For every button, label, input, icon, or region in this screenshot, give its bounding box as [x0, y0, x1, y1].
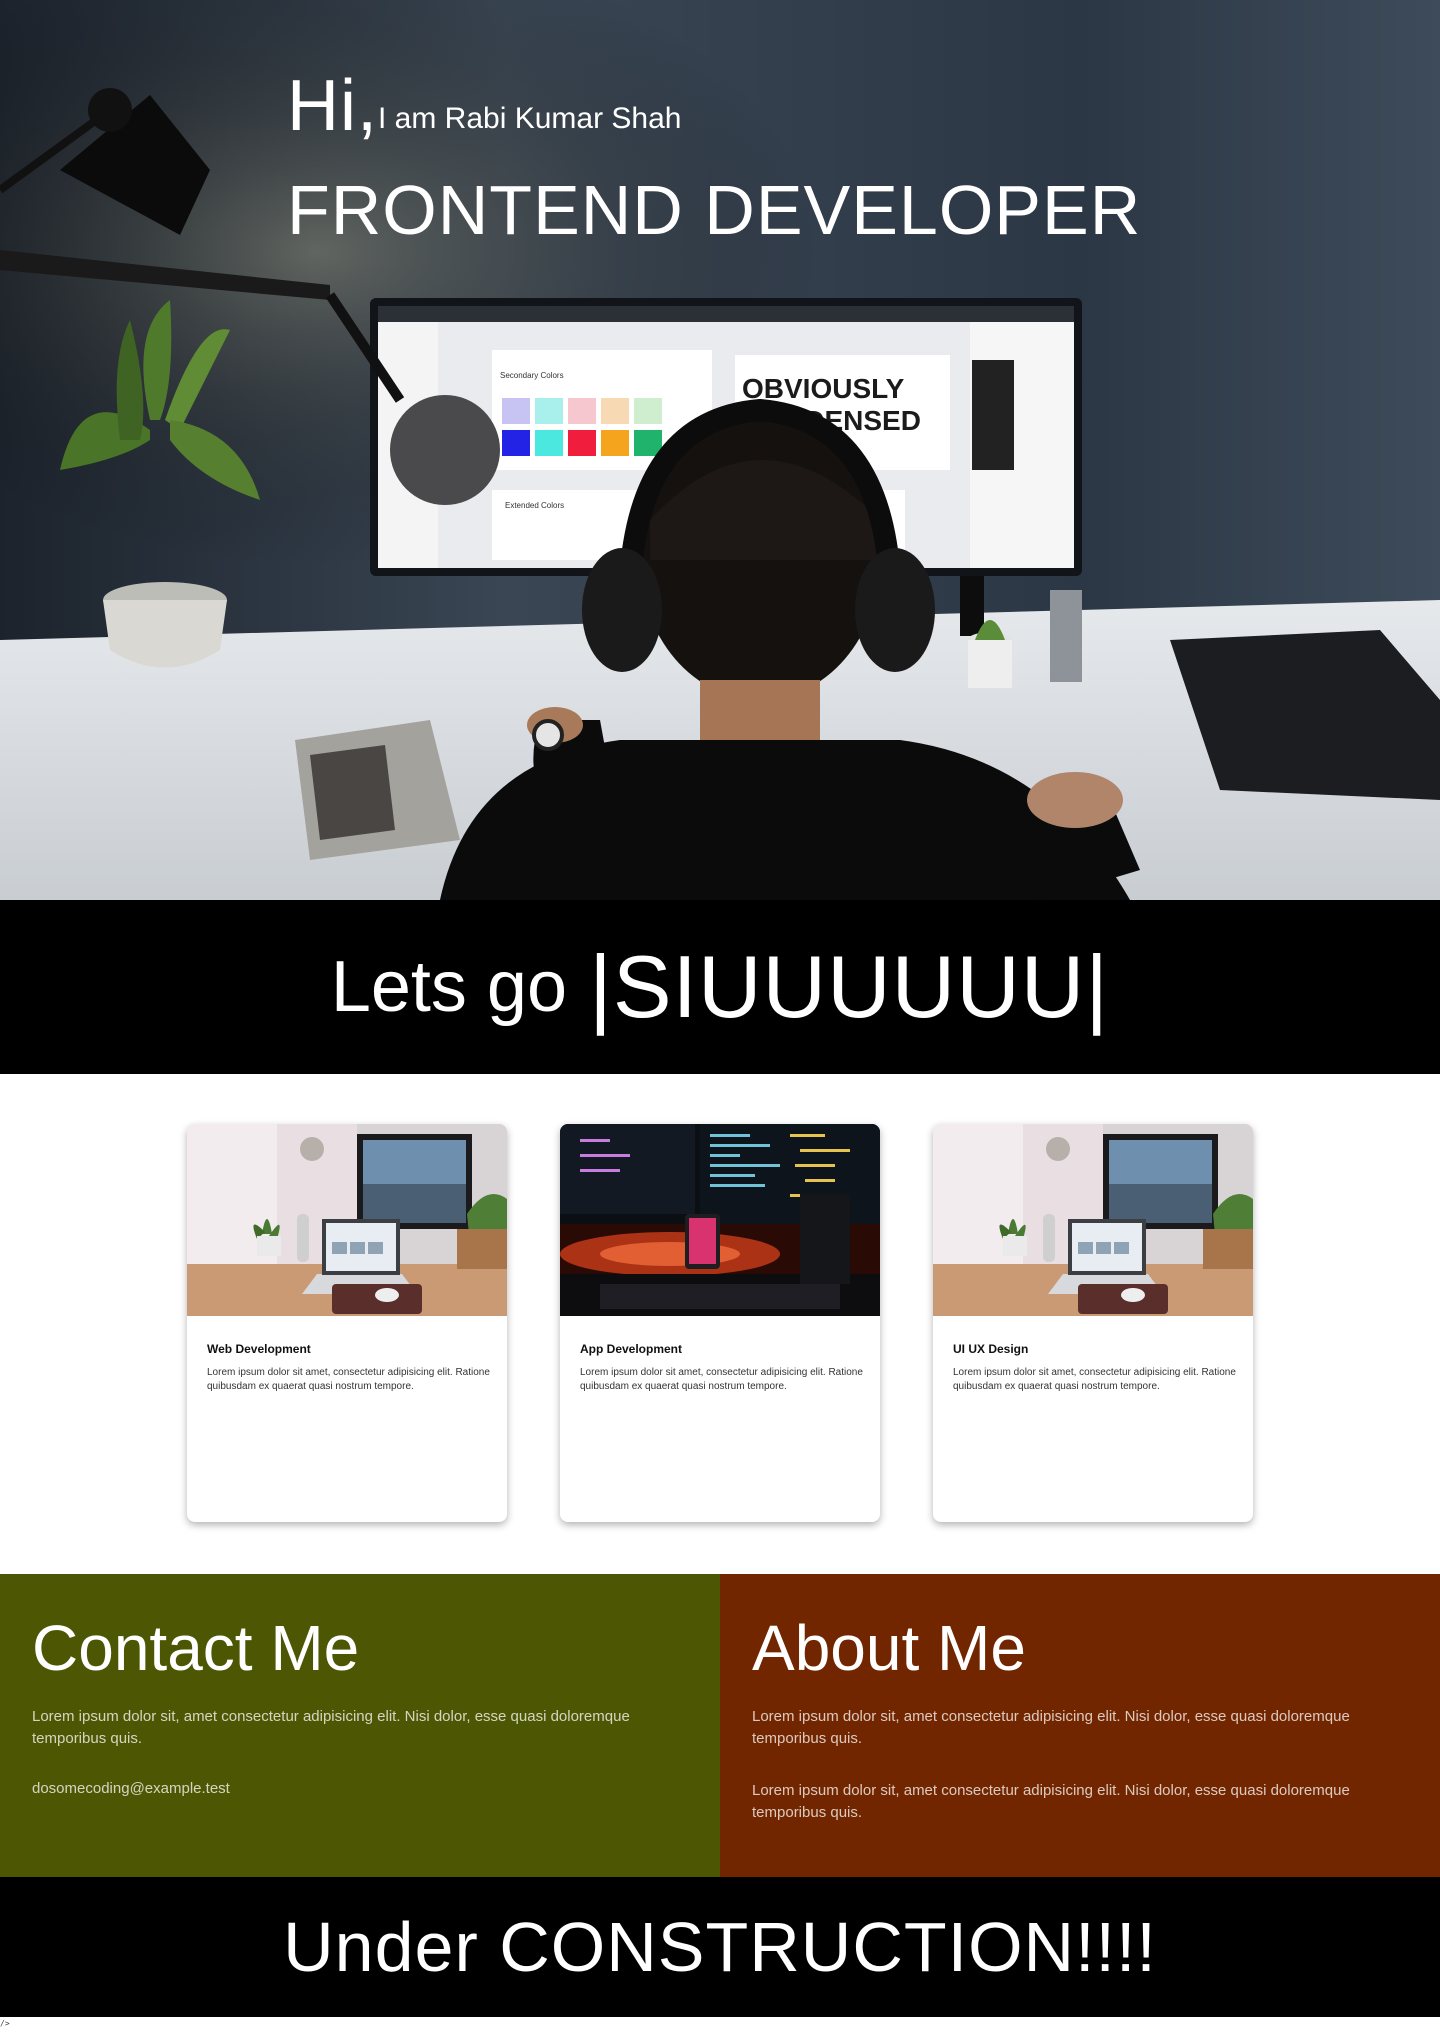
service-card-web[interactable]: Web Development Lorem ipsum dolor sit am…	[187, 1124, 507, 1522]
hero-text-block: Hi, I am Rabi Kumar Shah FRONTEND DEVELO…	[287, 70, 1141, 250]
service-card-app[interactable]: App Development Lorem ipsum dolor sit am…	[560, 1124, 880, 1522]
monitor-headline-1: OBVIOUSLY	[742, 373, 905, 404]
card-description: Lorem ipsum dolor sit amet, consectetur …	[580, 1367, 863, 1392]
about-heading: About Me	[752, 1612, 1026, 1684]
greeting-hi: Hi,	[287, 66, 378, 146]
card-description: Lorem ipsum dolor sit amet, consectetur …	[953, 1367, 1236, 1392]
intro-name: I am Rabi Kumar Shah	[378, 102, 682, 135]
card-title: App Development	[580, 1342, 683, 1356]
contact-email-link[interactable]: dosomecoding@example.test	[32, 1780, 688, 1797]
stray-markup-text: />	[0, 2019, 10, 2028]
tagline-banner: Lets go |SIUUUUUU|	[0, 900, 1440, 1074]
hero-greeting: Hi, I am Rabi Kumar Shah	[287, 70, 1141, 142]
contact-heading: Contact Me	[32, 1612, 360, 1684]
ui-ux-design-image	[933, 1124, 1253, 1316]
about-text-1: Lorem ipsum dolor sit, amet consectetur …	[752, 1708, 1350, 1747]
service-card-uiux[interactable]: UI UX Design Lorem ipsum dolor sit amet,…	[933, 1124, 1253, 1522]
card-title: UI UX Design	[953, 1342, 1029, 1356]
footer-banner: Under CONSTRUCTION!!!!	[0, 1877, 1440, 2017]
banner-lead-text: Lets go	[330, 947, 567, 1027]
hero-section: Secondary Colors OBVIOUSLY CONDENSED Ext…	[0, 0, 1440, 900]
contact-text: Lorem ipsum dolor sit, amet consectetur …	[32, 1708, 630, 1747]
hero-role-title: FRONTEND DEVELOPER	[287, 171, 1142, 249]
services-section: Web Development Lorem ipsum dolor sit am…	[0, 1074, 1440, 1574]
about-panel: About Me Lorem ipsum dolor sit, amet con…	[720, 1574, 1440, 1877]
card-title: Web Development	[207, 1342, 311, 1356]
banner-typed-text: |SIUUUUUU|	[589, 937, 1110, 1036]
monitor-panel-label: Secondary Colors	[500, 371, 564, 380]
monitor-panel-label-2: Extended Colors	[505, 501, 564, 510]
web-development-image	[187, 1124, 507, 1316]
footer-text: Under CONSTRUCTION!!!!	[283, 1908, 1157, 1986]
contact-panel: Contact Me Lorem ipsum dolor sit, amet c…	[0, 1574, 720, 1877]
info-panels: Contact Me Lorem ipsum dolor sit, amet c…	[0, 1574, 1440, 1877]
app-development-image	[560, 1124, 880, 1316]
card-description: Lorem ipsum dolor sit amet, consectetur …	[207, 1367, 490, 1392]
about-text-2: Lorem ipsum dolor sit, amet consectetur …	[752, 1782, 1350, 1821]
